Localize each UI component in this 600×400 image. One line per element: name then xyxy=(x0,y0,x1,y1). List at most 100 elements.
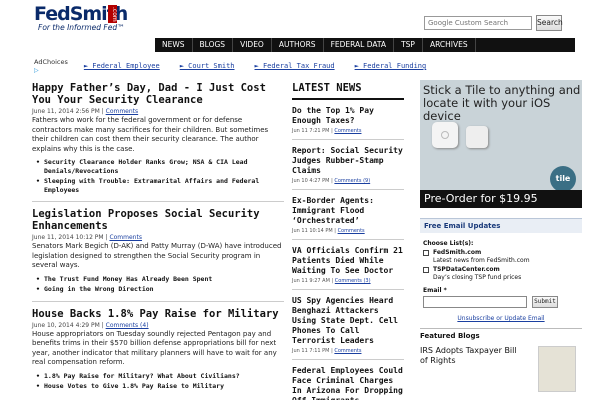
related-links: 1.8% Pay Raise for Military? What About … xyxy=(36,372,284,391)
list-option: FedSmith.com Latest news from FedSmith.co… xyxy=(423,249,579,264)
search-button[interactable]: Search xyxy=(536,15,563,31)
search-input[interactable] xyxy=(424,16,532,30)
ad-link[interactable]: ► Federal Tax Fraud xyxy=(255,62,335,70)
news-item: US Spy Agencies Heard Benghazi Attackers… xyxy=(292,290,404,360)
news-meta: Jun 11 7:11 PM | Comments xyxy=(292,348,404,354)
ad-preorder-bar: Pre-Order for $19.95 xyxy=(420,190,582,208)
tile-device-icon xyxy=(466,126,488,148)
nav-item-blogs[interactable]: BLOGS xyxy=(193,38,234,52)
related-link[interactable]: The Trust Fund Money Has Already Been Sp… xyxy=(36,275,284,284)
article-summary: Fathers who work for the federal governm… xyxy=(32,116,269,153)
news-title[interactable]: Federal Employees Could Face Criminal Ch… xyxy=(292,366,404,400)
tile-logo: tile xyxy=(550,166,576,192)
comments-link[interactable]: Comments xyxy=(334,348,361,354)
adchoices-link[interactable]: AdChoices ▷ xyxy=(34,58,68,74)
nav-item-federal-data[interactable]: FEDERAL DATA xyxy=(324,38,395,52)
comments-link[interactable]: Comments xyxy=(338,228,365,234)
adchoices-label: AdChoices xyxy=(34,58,68,66)
nav-item-authors[interactable]: AUTHORS xyxy=(272,38,324,52)
news-title[interactable]: Ex-Border Agents: Immigrant Flood ‘Orche… xyxy=(292,196,404,226)
article-date: June 10, 2014 4:29 PM xyxy=(32,321,100,329)
news-date: Jun 11 7:11 PM | xyxy=(292,348,333,354)
article-meta: June 10, 2014 4:29 PM | Comments (4) xyxy=(32,321,149,329)
featured-blogs-heading: Featured Blogs xyxy=(420,328,582,340)
latest-news-heading: LATEST NEWS xyxy=(292,82,404,100)
article-title[interactable]: Happy Father’s Day, Dad - I Just Cost Yo… xyxy=(32,82,284,106)
list-checkbox[interactable] xyxy=(423,250,429,256)
related-link[interactable]: Going in the Wrong Direction xyxy=(36,285,284,294)
news-title[interactable]: Report: Social Security Judges Rubber-St… xyxy=(292,146,404,176)
news-item: VA Officials Confirm 21 Patients Died Wh… xyxy=(292,240,404,290)
site-logo[interactable]: FedSmith .com For the Informed Fed™ xyxy=(34,3,128,33)
related-link[interactable]: Sleeping with Trouble: Extramarital Affa… xyxy=(36,177,284,194)
latest-news: LATEST NEWS Do the Top 1% Pay Enough Tax… xyxy=(292,82,404,400)
comments-link[interactable]: Comments xyxy=(106,108,139,115)
news-item: Do the Top 1% Pay Enough Taxes? Jun 11 7… xyxy=(292,100,404,140)
news-meta: Jun 11 10:14 PM | Comments xyxy=(292,228,404,234)
ad-link[interactable]: ► Federal Funding xyxy=(355,62,427,70)
main-articles: Happy Father’s Day, Dad - I Just Cost Yo… xyxy=(32,82,284,393)
news-item: Ex-Border Agents: Immigrant Flood ‘Orche… xyxy=(292,190,404,240)
related-links: Security Clearance Holder Ranks Grow; NS… xyxy=(36,158,284,194)
divider xyxy=(32,300,284,302)
news-date: Jun 11 7:21 PM | xyxy=(292,128,333,134)
list-name: FedSmith.com xyxy=(433,249,482,256)
nav-item-tsp[interactable]: TSP xyxy=(394,38,423,52)
related-link[interactable]: 1.8% Pay Raise for Military? What About … xyxy=(36,372,284,381)
email-field[interactable] xyxy=(423,296,527,308)
main-nav: NEWS BLOGS VIDEO AUTHORS FEDERAL DATA TS… xyxy=(155,38,575,52)
list-option: TSPDataCenter.com Day’s closing TSP fund … xyxy=(423,266,579,281)
article-summary: Senators Mark Begich (D-AK) and Patty Mu… xyxy=(32,242,282,269)
featured-blog-title[interactable]: IRS Adopts Taxpayer Bill of Rights xyxy=(420,346,520,366)
article-title[interactable]: House Backs 1.8% Pay Raise for Military xyxy=(32,308,284,320)
article-summary: House appropriators on Tuesday soundly r… xyxy=(32,329,277,367)
tile-device-icon xyxy=(432,122,458,148)
news-date: Jun 11 10:14 PM | xyxy=(292,228,336,234)
comments-link[interactable]: Comments (3) xyxy=(335,278,371,284)
article-meta: June 11, 2014 2:56 PM | Comments xyxy=(32,108,139,115)
submit-button[interactable]: Submit xyxy=(532,296,558,308)
list-option-text: FedSmith.com Latest news from FedSmith.co… xyxy=(433,249,530,264)
adchoices-icon: ▷ xyxy=(34,67,39,74)
nav-item-archives[interactable]: ARCHIVES xyxy=(423,38,476,52)
related-link[interactable]: House Votes to Give 1.8% Pay Raise to Mi… xyxy=(36,382,284,391)
email-updates-box: Free Email Updates Choose List(s): FedSm… xyxy=(420,218,582,322)
news-title[interactable]: US Spy Agencies Heard Benghazi Attackers… xyxy=(292,296,404,346)
article-date: June 11, 2014 2:56 PM xyxy=(32,108,100,115)
article: House Backs 1.8% Pay Raise for Military … xyxy=(32,308,284,391)
comments-link[interactable]: Comments xyxy=(109,234,142,241)
article: Happy Father’s Day, Dad - I Just Cost Yo… xyxy=(32,82,284,194)
featured-blogs: Featured Blogs IRS Adopts Taxpayer Bill … xyxy=(420,328,582,392)
email-form: Choose List(s): FedSmith.com Latest news … xyxy=(420,233,582,322)
related-link[interactable]: Security Clearance Holder Ranks Grow; NS… xyxy=(36,158,284,175)
article-title[interactable]: Legislation Proposes Social Security Enh… xyxy=(32,208,284,232)
news-meta: Jun 10 4:27 PM | Comments (9) xyxy=(292,178,404,184)
email-updates-heading: Free Email Updates xyxy=(420,218,582,233)
ad-link[interactable]: ► Court Smith xyxy=(180,62,235,70)
news-item: Report: Social Security Judges Rubber-St… xyxy=(292,140,404,190)
logo-com-badge: .com xyxy=(108,5,118,23)
comments-link[interactable]: Comments (9) xyxy=(334,178,370,184)
nav-item-news[interactable]: NEWS xyxy=(155,38,193,52)
tile-advertisement[interactable]: Stick a Tile to anything and locate it w… xyxy=(420,80,582,208)
divider xyxy=(32,201,284,202)
related-links: The Trust Fund Money Has Already Been Sp… xyxy=(36,275,284,294)
site-header: FedSmith .com For the Informed Fed™ Sear… xyxy=(0,0,600,36)
news-item: Federal Employees Could Face Criminal Ch… xyxy=(292,360,404,400)
unsubscribe-link[interactable]: Unsubscribe or Update Email xyxy=(423,315,579,322)
nav-item-video[interactable]: VIDEO xyxy=(233,38,272,52)
email-input-row: Submit xyxy=(423,296,579,308)
article-date: June 11, 2014 10:12 PM xyxy=(32,234,104,241)
featured-blog-thumbnail[interactable] xyxy=(538,346,576,392)
comments-link[interactable]: Comments (4) xyxy=(106,322,149,329)
news-title[interactable]: Do the Top 1% Pay Enough Taxes? xyxy=(292,106,404,126)
logo-tagline: For the Informed Fed™ xyxy=(38,23,125,32)
ad-headline: Stick a Tile to anything and locate it w… xyxy=(423,83,581,123)
comments-link[interactable]: Comments xyxy=(334,128,361,134)
news-date: Jun 10 4:27 PM | xyxy=(292,178,333,184)
ad-link[interactable]: ► Federal Employee xyxy=(84,62,160,70)
news-date: Jun 11 9:27 AM | xyxy=(292,278,334,284)
news-title[interactable]: VA Officials Confirm 21 Patients Died Wh… xyxy=(292,246,404,276)
list-checkbox[interactable] xyxy=(423,267,429,273)
ad-links-row: AdChoices ▷ ► Federal Employee ► Court S… xyxy=(34,58,427,74)
